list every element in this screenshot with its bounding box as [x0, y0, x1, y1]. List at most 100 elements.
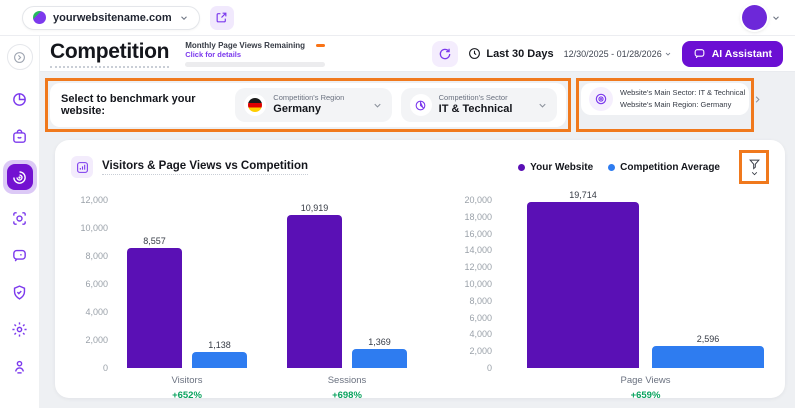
gear-icon [11, 321, 28, 338]
y-axis-tick: 18,000 [464, 212, 492, 222]
user-pin-icon [11, 358, 28, 375]
monthly-quota-widget[interactable]: Monthly Page Views Remaining Click for d… [185, 41, 325, 67]
period-selector[interactable]: Last 30 Days [468, 47, 553, 60]
arrow-circle-icon [13, 51, 26, 64]
region-select-label: Competition's Region [273, 93, 344, 102]
quota-details-link[interactable]: Click for details [185, 50, 325, 59]
bar-chart-icon [71, 156, 93, 178]
chevron-down-icon [537, 100, 548, 111]
bar-rect[interactable] [287, 215, 342, 368]
bar-competition-average[interactable]: 1,369 [352, 337, 407, 368]
bar-value-label: 2,596 [697, 334, 720, 344]
ai-assistant-label: AI Assistant [712, 48, 772, 60]
chevron-down-icon [664, 50, 672, 58]
legend-dot-purple [518, 164, 525, 171]
bar-value-label: 19,714 [569, 190, 597, 200]
y-axis-tick: 2,000 [469, 346, 492, 356]
legend-competition-average[interactable]: Competition Average [608, 162, 720, 173]
y-axis-tick: 8,000 [85, 251, 108, 261]
y-axis-tick: 0 [487, 363, 492, 373]
y-axis-tick: 10,000 [464, 279, 492, 289]
legend-label: Your Website [530, 162, 593, 173]
chart-group-page-views: 19,7142,596Page Views+659% [527, 200, 764, 401]
annotation-box-benchmark: Select to benchmark your website: Compet… [45, 78, 571, 132]
sector-select[interactable]: Competition's Sector IT & Technical [401, 88, 557, 122]
y-axis-tick: 14,000 [464, 245, 492, 255]
date-range-text: 12/30/2025 - 01/28/2026 [564, 49, 662, 59]
refresh-icon [438, 47, 452, 61]
sidebar-item-projects[interactable] [7, 123, 33, 149]
bar-rect[interactable] [527, 202, 639, 368]
benchmark-panel: Select to benchmark your website: Compet… [50, 83, 566, 127]
sidebar-item-messages[interactable] [7, 242, 33, 268]
target-icon [11, 210, 28, 227]
funnel-icon [748, 158, 761, 171]
period-label: Last 30 Days [486, 48, 553, 60]
quota-remaining-indicator [316, 44, 325, 47]
website-selector[interactable]: yourwebsitename.com [22, 6, 200, 30]
flag-circle [244, 94, 266, 116]
bar-your-website[interactable]: 19,714 [527, 190, 639, 368]
bar-competition-average[interactable]: 2,596 [652, 334, 764, 368]
refresh-button[interactable] [432, 41, 458, 67]
clock-icon [468, 47, 481, 60]
bar-chart: 12,000 10,000 8,000 6,000 4,000 2,000 0 8,557 1… [71, 184, 769, 401]
expand-sidebar-button[interactable] [7, 44, 33, 70]
legend-dot-blue [608, 164, 615, 171]
sidebar-item-support[interactable] [7, 353, 33, 379]
category-label: Page Views [527, 375, 764, 386]
sidebar-item-analytics[interactable] [7, 86, 33, 112]
radar-swirl-icon [12, 170, 27, 185]
sidebar [0, 36, 40, 408]
y-axis-tick: 4,000 [85, 307, 108, 317]
ai-assistant-button[interactable]: AI Assistant [682, 41, 783, 67]
website-target-icon [589, 87, 613, 111]
bar-rect[interactable] [192, 352, 247, 368]
bar-rect[interactable] [127, 248, 182, 368]
chevron-right-icon [752, 94, 763, 105]
chart-group-visitors: 8,5571,138Visitors+652% [127, 200, 247, 401]
filter-button[interactable] [743, 154, 765, 180]
top-bar: yourwebsitename.com [0, 0, 795, 36]
category-label: Sessions [287, 375, 407, 386]
y-axis-tick: 12,000 [80, 195, 108, 205]
annotation-box-filter [739, 150, 769, 184]
y-axis-tick: 8,000 [469, 296, 492, 306]
quota-progress-bar [185, 62, 325, 67]
sidebar-item-settings[interactable] [7, 316, 33, 342]
sidebar-item-tracking[interactable] [7, 205, 33, 231]
benchmark-row: Select to benchmark your website: Compet… [45, 78, 787, 132]
monthly-quota-label: Monthly Page Views Remaining [185, 41, 305, 50]
legend-your-website[interactable]: Your Website [518, 162, 593, 173]
y-axis-tick: 6,000 [85, 279, 108, 289]
chevron-down-icon [751, 171, 758, 176]
region-select[interactable]: Competition's Region Germany [235, 88, 391, 122]
category-delta: +698% [287, 390, 407, 401]
pie-chart-icon [414, 99, 427, 112]
sector-select-label: Competition's Sector [439, 93, 513, 102]
avatar[interactable] [742, 5, 767, 30]
open-website-button[interactable] [210, 6, 234, 30]
legend-label: Competition Average [620, 162, 720, 173]
bar-rect[interactable] [352, 349, 407, 368]
category-delta: +659% [527, 390, 764, 401]
y-axis-tick: 10,000 [80, 223, 108, 233]
avatar-chevron-icon[interactable] [771, 13, 781, 23]
ai-chat-icon [693, 47, 706, 60]
sidebar-item-competition[interactable] [3, 160, 37, 194]
date-range[interactable]: 12/30/2025 - 01/28/2026 [564, 49, 672, 59]
website-main-sector: Website's Main Sector: IT & Technical [620, 87, 745, 99]
page-header: Competition Monthly Page Views Remaining… [40, 36, 795, 72]
annotation-box-website-info: Website's Main Sector: IT & Technical We… [576, 78, 754, 132]
bar-rect[interactable] [652, 346, 764, 368]
bar-your-website[interactable]: 8,557 [127, 236, 182, 368]
category-delta: +652% [127, 390, 247, 401]
bar-your-website[interactable]: 10,919 [287, 203, 342, 368]
sector-icon-circle [410, 94, 432, 116]
sidebar-item-security[interactable] [7, 279, 33, 305]
bar-competition-average[interactable]: 1,138 [192, 340, 247, 368]
bar-value-label: 10,919 [301, 203, 329, 213]
website-info-panel[interactable]: Website's Main Sector: IT & Technical We… [581, 83, 749, 115]
left-y-axis: 12,00010,0008,0006,0004,0002,0000 [73, 200, 113, 368]
benchmark-prompt: Select to benchmark your website: [61, 93, 226, 117]
